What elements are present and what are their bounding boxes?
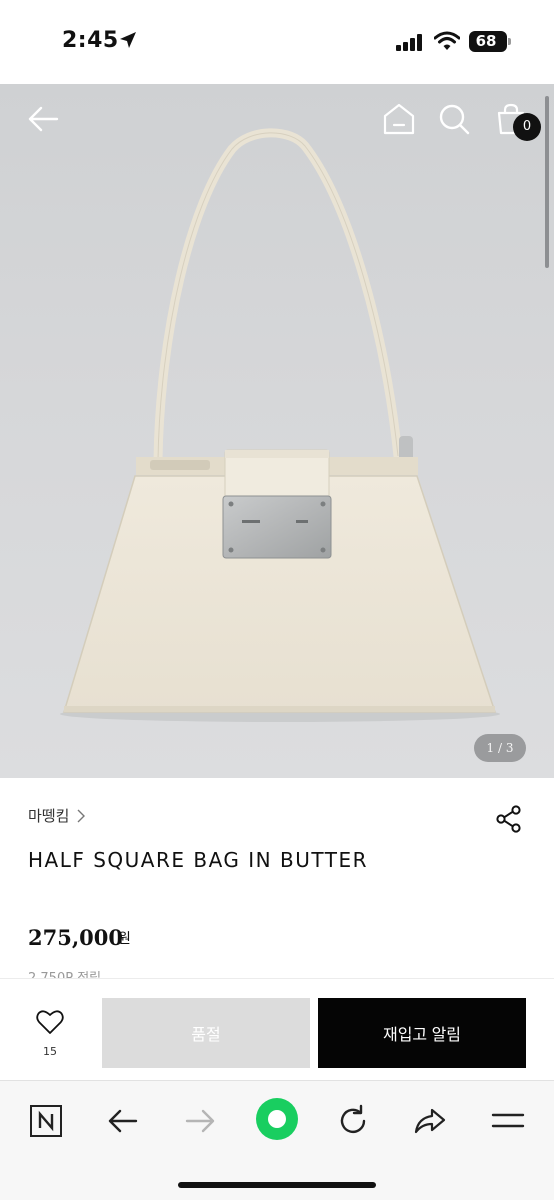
- back-arrow-icon[interactable]: [26, 102, 60, 136]
- browser-back-icon[interactable]: [103, 1101, 143, 1141]
- product-title: HALF SQUARE BAG IN BUTTER: [28, 848, 368, 872]
- purchase-action-bar: 15 품절 재입고 알림: [0, 978, 554, 1080]
- like-count: 15: [43, 1045, 57, 1058]
- browser-toolbar: [0, 1080, 554, 1200]
- naver-home-icon[interactable]: [26, 1101, 66, 1141]
- refresh-icon[interactable]: [333, 1101, 373, 1141]
- soldout-button[interactable]: 품절: [102, 998, 310, 1068]
- battery-cap: [508, 38, 511, 45]
- reward-points: 2,750P 적립: [28, 967, 101, 978]
- location-arrow-icon: [120, 32, 136, 48]
- brand-name: 마뗑킴: [28, 807, 70, 825]
- brand-link[interactable]: 마뗑킴: [28, 805, 86, 826]
- green-dot-icon[interactable]: [255, 1097, 299, 1141]
- status-time: 2:45: [62, 28, 119, 53]
- share-icon[interactable]: [494, 804, 524, 834]
- status-bar: 2:45 68: [0, 0, 554, 84]
- image-counter: 1 / 3: [474, 734, 526, 762]
- battery-indicator: 68: [469, 31, 507, 52]
- like-button[interactable]: 15: [30, 1009, 70, 1058]
- cart-count-badge: 0: [513, 113, 541, 141]
- share-arrow-icon[interactable]: [410, 1101, 450, 1141]
- battery-level: 68: [475, 32, 497, 50]
- menu-icon[interactable]: [488, 1101, 528, 1141]
- chevron-right-icon: [77, 809, 86, 822]
- home-indicator: [178, 1182, 376, 1188]
- wifi-icon: [434, 31, 460, 50]
- cellular-signal-icon: [396, 34, 422, 51]
- price-currency: 원: [118, 931, 131, 947]
- home-icon[interactable]: [382, 102, 416, 136]
- product-image: [60, 128, 500, 722]
- browser-forward-icon[interactable]: [180, 1101, 220, 1141]
- search-icon[interactable]: [437, 102, 471, 136]
- product-price: 275,000: [28, 925, 123, 950]
- product-image-carousel[interactable]: 0 1 / 3: [0, 84, 554, 778]
- heart-icon: [36, 1010, 64, 1034]
- scrollbar[interactable]: [545, 96, 549, 268]
- restock-alert-button[interactable]: 재입고 알림: [318, 998, 526, 1068]
